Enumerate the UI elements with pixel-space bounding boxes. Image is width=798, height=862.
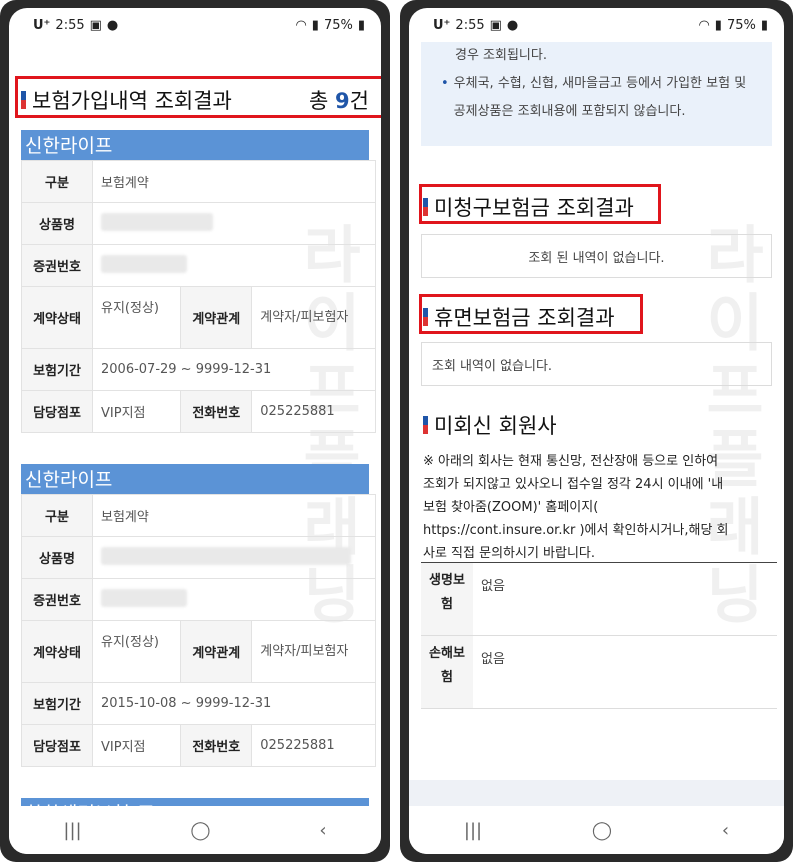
nonlife-label: 손해보험 bbox=[421, 635, 473, 709]
dormant-title: 휴면보험금 조회결과 bbox=[434, 306, 615, 330]
battery-label: 75% bbox=[323, 17, 353, 33]
nonresp-heading: 미회신 회원사 bbox=[423, 410, 557, 440]
cert-number-redacted bbox=[92, 578, 376, 621]
policy-card-1: 신한라이프 구분 보험계약 상품명 증권번호 계약상태 유지(정상) 계약관계 계약자/… bbox=[9, 130, 381, 433]
life-label: 생명보험 bbox=[421, 562, 473, 636]
policy-card-2: 신한라이프 구분 보험계약 상품명 증권번호 계약상태 유지(정상) 계약관계 계약자/… bbox=[9, 464, 381, 767]
nonlife-value: 없음 bbox=[473, 635, 777, 709]
cert-number-redacted bbox=[92, 244, 376, 287]
unclaimed-empty: 조회 된 내역이 없습니다. bbox=[421, 234, 772, 278]
policy-table: 구분 보험계약 상품명 증권번호 계약상태 유지(정상) 계약관계 계약자/피보험자 보… bbox=[21, 494, 376, 767]
notice-top-text: 경우 조회됩니다. bbox=[455, 48, 547, 63]
status-bar: U⁺ 2:55 ▣ ● ◠ ▮ 75% ▮ bbox=[9, 8, 381, 42]
nonresp-table: 생명보험 없음 손해보험 없음 bbox=[421, 562, 777, 709]
notice-box: 경우 조회됩니다. • 우체국, 수협, 신협, 새마을금고 등에서 가입한 보… bbox=[421, 42, 772, 146]
company-title: 신한라이프 bbox=[21, 130, 369, 160]
status-bar: U⁺ 2:55 ▣ ● ◠ ▮ 75% ▮ bbox=[409, 8, 784, 42]
home-icon[interactable]: ◯ bbox=[592, 820, 612, 841]
nonresp-title: 미회신 회원사 bbox=[434, 414, 557, 438]
recent-apps-icon[interactable]: ||| bbox=[464, 820, 482, 841]
battery-label: 75% bbox=[726, 17, 756, 33]
unclaimed-title: 미청구보험금 조회결과 bbox=[434, 196, 634, 220]
product-name-redacted bbox=[92, 536, 376, 579]
page-title: 보험가입내역 조회결과 bbox=[32, 89, 232, 113]
wifi-icon: ◠ bbox=[295, 17, 307, 33]
gallery-icon: ▣ bbox=[489, 17, 502, 33]
chat-icon: ● bbox=[106, 17, 119, 33]
life-value: 없음 bbox=[473, 562, 777, 636]
company-title: 신한라이프 bbox=[21, 464, 369, 494]
results-heading: 보험가입내역 조회결과 총 9건 bbox=[21, 85, 369, 115]
left-phone: U⁺ 2:55 ▣ ● ◠ ▮ 75% ▮ 라이프플래닝 보험가입내역 조회결과… bbox=[0, 0, 390, 862]
dormant-heading: 휴면보험금 조회결과 bbox=[423, 302, 615, 332]
bullet-icon: • bbox=[441, 76, 449, 91]
nonresp-description: ※ 아래의 회사는 현재 통신망, 전산장애 등으로 인하여 조회가 되지않고 … bbox=[423, 454, 729, 561]
home-icon[interactable]: ◯ bbox=[190, 820, 210, 841]
back-icon[interactable]: ‹ bbox=[722, 820, 729, 841]
dormant-empty: 조회 내역이 없습니다. bbox=[421, 342, 772, 386]
battery-icon: ▮ bbox=[357, 17, 365, 33]
heading-mark-icon bbox=[423, 416, 428, 434]
time-label: 2:55 bbox=[55, 17, 85, 33]
heading-mark-icon bbox=[21, 91, 26, 109]
wifi-icon: ◠ bbox=[698, 17, 710, 33]
right-phone: U⁺ 2:55 ▣ ● ◠ ▮ 75% ▮ 라이프플래닝 경우 조회됩니다. •… bbox=[400, 0, 793, 862]
carrier-label: U⁺ bbox=[33, 17, 51, 33]
back-icon[interactable]: ‹ bbox=[319, 820, 326, 841]
right-content: 라이프플래닝 경우 조회됩니다. • 우체국, 수협, 신협, 새마을금고 등에… bbox=[409, 42, 784, 806]
policy-table: 구분 보험계약 상품명 증권번호 계약상태 유지(정상) 계약관계 계약자/피보험자 보… bbox=[21, 160, 376, 433]
total-count: 총 9건 bbox=[309, 89, 369, 113]
gallery-icon: ▣ bbox=[89, 17, 102, 33]
right-screen: U⁺ 2:55 ▣ ● ◠ ▮ 75% ▮ 라이프플래닝 경우 조회됩니다. •… bbox=[409, 8, 784, 854]
product-name-redacted bbox=[92, 202, 376, 245]
nav-bar: ||| ◯ ‹ bbox=[9, 806, 381, 854]
time-label: 2:55 bbox=[455, 17, 485, 33]
chat-icon: ● bbox=[506, 17, 519, 33]
nonresp-table-wrap: 생명보험 없음 손해보험 없음 bbox=[409, 562, 784, 709]
notice-bullet-item: • 우체국, 수협, 신협, 새마을금고 등에서 가입한 보험 및 공제상품은 … bbox=[441, 70, 758, 126]
heading-mark-icon bbox=[423, 308, 428, 326]
battery-icon: ▮ bbox=[760, 17, 768, 33]
left-screen: U⁺ 2:55 ▣ ● ◠ ▮ 75% ▮ 라이프플래닝 보험가입내역 조회결과… bbox=[9, 8, 381, 854]
carrier-label: U⁺ bbox=[433, 17, 451, 33]
heading-mark-icon bbox=[423, 198, 428, 216]
unclaimed-heading: 미청구보험금 조회결과 bbox=[423, 192, 634, 222]
signal-icon: ▮ bbox=[714, 17, 722, 33]
signal-icon: ▮ bbox=[311, 17, 319, 33]
recent-apps-icon[interactable]: ||| bbox=[63, 820, 81, 841]
footer-band bbox=[409, 780, 784, 806]
company-title-partial: 한화생명보험(주) bbox=[21, 798, 369, 806]
left-content: 라이프플래닝 보험가입내역 조회결과 총 9건 신한라이프 구분 보험계약 상품명… bbox=[9, 42, 381, 806]
nav-bar: ||| ◯ ‹ bbox=[409, 806, 784, 854]
